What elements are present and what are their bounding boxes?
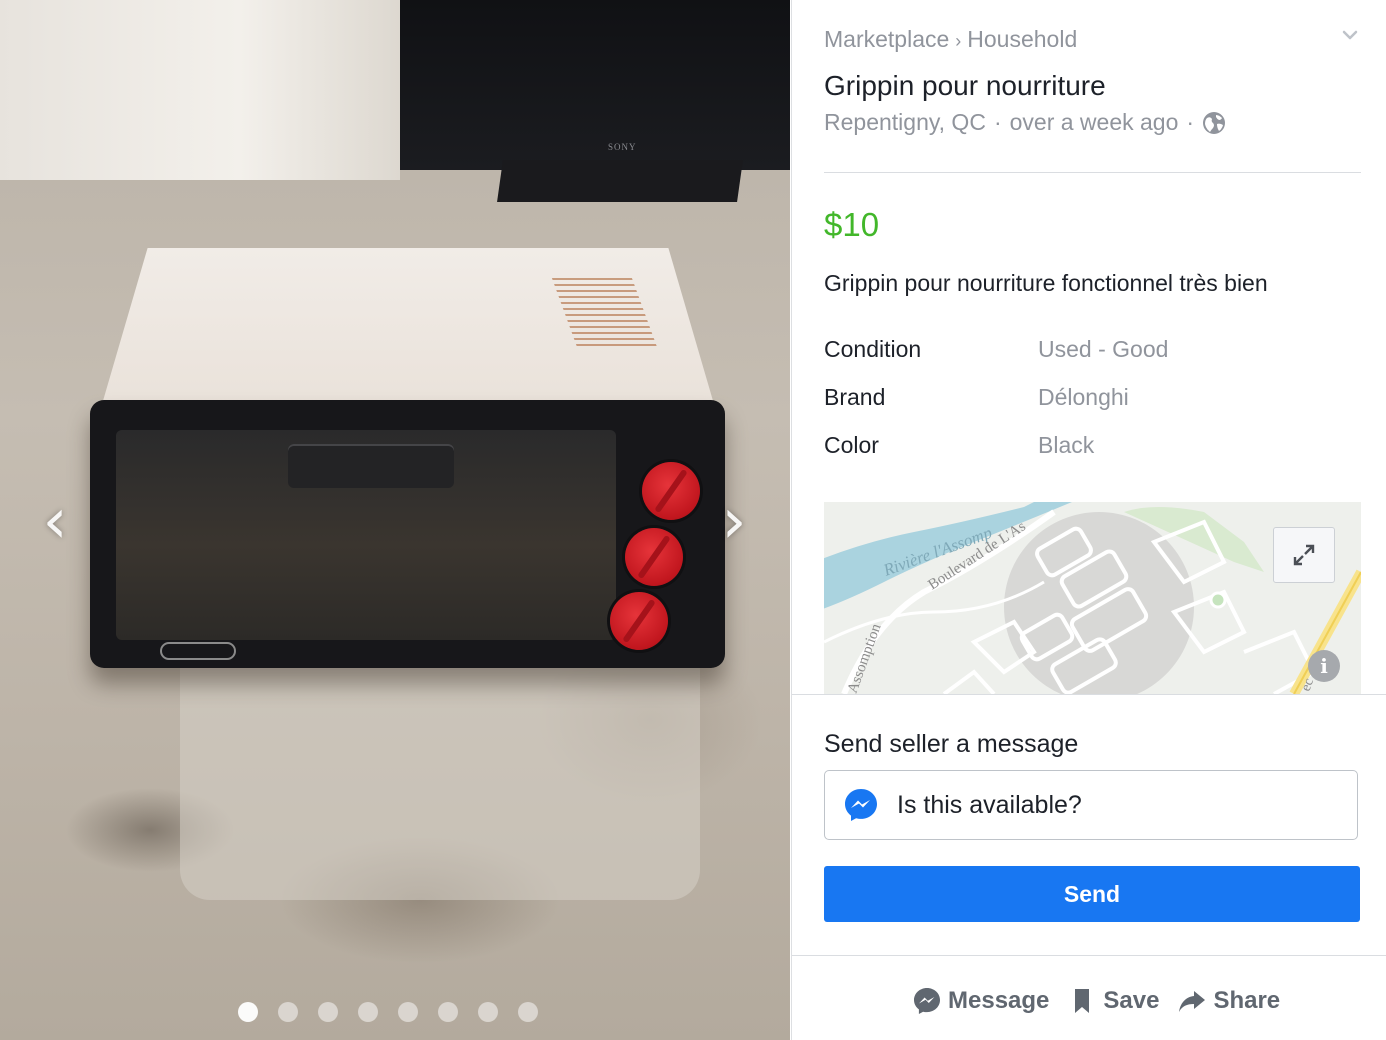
divider: [792, 955, 1386, 956]
message-action-label: Message: [948, 987, 1050, 1014]
breadcrumb-separator: ›: [955, 31, 962, 51]
attribute-label: Brand: [824, 384, 886, 410]
share-action-label: Share: [1213, 987, 1281, 1014]
listing-description: Grippin pour nourriture fonctionnel très…: [824, 270, 1268, 296]
listing-photo[interactable]: SONY ‹ ›: [0, 0, 790, 1040]
message-box[interactable]: [824, 770, 1358, 840]
save-action-label: Save: [1103, 987, 1160, 1014]
divider: [824, 172, 1361, 173]
oven-knob-middle: [625, 528, 683, 586]
listing-meta: Repentigny, QC · over a week ago ·: [824, 109, 1226, 136]
previous-photo-arrow-icon[interactable]: ‹: [35, 490, 75, 552]
photo-dot[interactable]: [398, 1002, 418, 1022]
attribute-value: Black: [1038, 432, 1095, 458]
divider: [792, 694, 1386, 695]
photo-dot[interactable]: [518, 1002, 538, 1022]
send-message-label: Send seller a message: [824, 730, 1079, 758]
floor-patch: [180, 640, 700, 900]
photo-dot[interactable]: [438, 1002, 458, 1022]
photo-dot[interactable]: [238, 1002, 258, 1022]
meta-separator: ·: [1186, 109, 1195, 135]
listing-details-panel: Marketplace › Household Grippin pour nourr…: [791, 0, 1386, 1040]
background-box: [0, 0, 400, 180]
toaster-oven-logo: [160, 642, 236, 660]
photo-dot[interactable]: [478, 1002, 498, 1022]
expand-map-button[interactable]: [1273, 527, 1335, 583]
attribute-value: Délonghi: [1038, 384, 1129, 410]
breadcrumb-household[interactable]: Household: [967, 26, 1077, 52]
chevron-down-icon[interactable]: [1339, 24, 1361, 46]
photo-pagination-dots: [238, 1002, 538, 1022]
toaster-oven-handle: [288, 444, 454, 488]
photo-dot[interactable]: [318, 1002, 338, 1022]
photo-dot[interactable]: [358, 1002, 378, 1022]
photo-dot[interactable]: [278, 1002, 298, 1022]
map-info-icon[interactable]: i: [1308, 650, 1340, 682]
tv-stand: [497, 160, 743, 202]
location-map[interactable]: Rivière l'Assomp Boulevard de L'As Assom…: [824, 502, 1361, 694]
share-action-button[interactable]: Share: [1177, 986, 1280, 1016]
message-action-button[interactable]: Message: [912, 986, 1049, 1016]
listing-posted-time: over a week ago: [1009, 109, 1179, 135]
meta-separator: ·: [993, 109, 1002, 135]
background-tv: SONY: [400, 0, 790, 170]
globe-icon: [1203, 111, 1226, 134]
listing-title: Grippin pour nourriture: [824, 70, 1106, 101]
attribute-label: Color: [824, 432, 879, 458]
next-photo-arrow-icon[interactable]: ›: [714, 490, 754, 552]
oven-knob-bottom: [610, 592, 668, 650]
listing-price: $10: [824, 206, 880, 243]
expand-icon: [1293, 544, 1315, 566]
breadcrumb-marketplace[interactable]: Marketplace: [824, 26, 949, 52]
breadcrumb: Marketplace › Household: [824, 26, 1077, 53]
share-arrow-icon: [1179, 991, 1206, 1012]
send-button[interactable]: Send: [824, 866, 1360, 922]
save-action-button[interactable]: Save: [1067, 986, 1159, 1016]
messenger-bubble-icon: [914, 988, 940, 1014]
attribute-value: Used - Good: [1038, 336, 1169, 362]
action-bar: Message Save Share: [912, 986, 1280, 1016]
listing-location[interactable]: Repentigny, QC: [824, 109, 986, 136]
messenger-icon: [845, 789, 877, 821]
message-input[interactable]: [895, 789, 1339, 821]
tv-brand-text: SONY: [608, 142, 637, 152]
oven-knob-top: [642, 462, 700, 520]
attribute-label: Condition: [824, 336, 922, 362]
bookmark-icon: [1075, 989, 1090, 1013]
